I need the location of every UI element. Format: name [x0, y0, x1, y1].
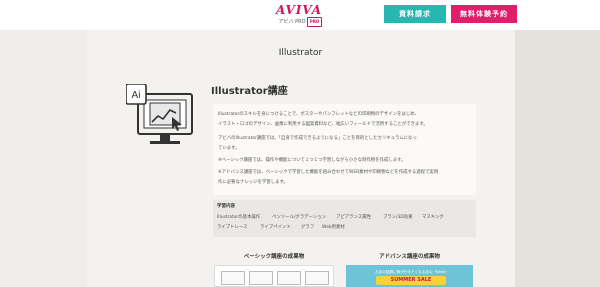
topic-item: ライブトレース	[217, 225, 248, 230]
topics-heading: 学習内容	[217, 204, 235, 209]
description-line: ています。	[218, 146, 240, 151]
topic-item: ペンツール/グラデーション	[272, 215, 327, 220]
topic-item: Web用素材	[322, 225, 345, 230]
topic-item: マスキング	[422, 215, 444, 220]
sample-card	[221, 271, 245, 285]
right-margin	[515, 30, 600, 287]
site-header: AVIVA アビバ PRO PRO 資料請求 無料体験予約	[0, 0, 600, 30]
basic-results-thumbnail[interactable]	[214, 265, 334, 287]
monitor-chart-icon: Ai	[126, 84, 193, 144]
advance-caption: お店の話題に飾が行きたくなるあの「Web!!	[375, 270, 447, 274]
logo-badge: PRO	[307, 17, 322, 27]
sample-card	[249, 271, 273, 285]
left-margin	[0, 30, 86, 287]
description-line: イラスト・ロゴのデザイン、画像に利用する図案資料など、幅広いフィールドで活用する…	[218, 122, 428, 127]
sample-card	[277, 271, 301, 285]
basic-results-heading: ベーシック講座の成果物	[243, 254, 305, 260]
aviva-logo[interactable]: AVIVA アビバ PRO PRO	[276, 3, 324, 29]
topic-item: ライブペイント	[260, 225, 291, 230]
description-line: ※アドバンス講座では、ベーシックで学習した機能を組み合わせてWEB素材や印刷物な…	[218, 170, 439, 175]
page-title: Illustrator	[278, 48, 323, 58]
description-line: Illustratorのスキルを身につけることで、ポスターやパンフレットなどの印…	[218, 112, 420, 117]
advance-results-thumbnail[interactable]: お店の話題に飾が行きたくなるあの「Web!! SUMMER SALE	[346, 265, 473, 287]
topic-item: グラフ	[301, 225, 315, 230]
description-line: アビバのIllustrator講座では、「自身で作成できるようになる」ことを目的…	[218, 136, 417, 141]
free-trial-button[interactable]: 無料体験予約	[451, 5, 517, 23]
description-line: 作に必要なナレッジを学習します。	[218, 180, 288, 185]
description-line: ※ベーシック講座では、操作や機能について１つ１つ学習しながら小さな制作物を作成し…	[218, 158, 406, 163]
request-documents-button[interactable]: 資料請求	[384, 5, 446, 23]
topic-item: Illustratorの基本操作	[217, 215, 261, 220]
topic-item: アピアランス属性	[336, 215, 372, 220]
topic-item: ブラシ/3D効果	[383, 215, 413, 220]
sample-card	[305, 271, 329, 285]
ai-label: Ai	[132, 90, 141, 101]
logo-wordmark: AVIVA	[276, 3, 323, 17]
advance-results-heading: アドバンス講座の成果物	[379, 254, 440, 260]
course-title: Illustrator講座	[211, 86, 288, 97]
logo-subtitle: アビバ PRO	[278, 19, 306, 25]
sale-banner: SUMMER SALE	[376, 276, 446, 285]
